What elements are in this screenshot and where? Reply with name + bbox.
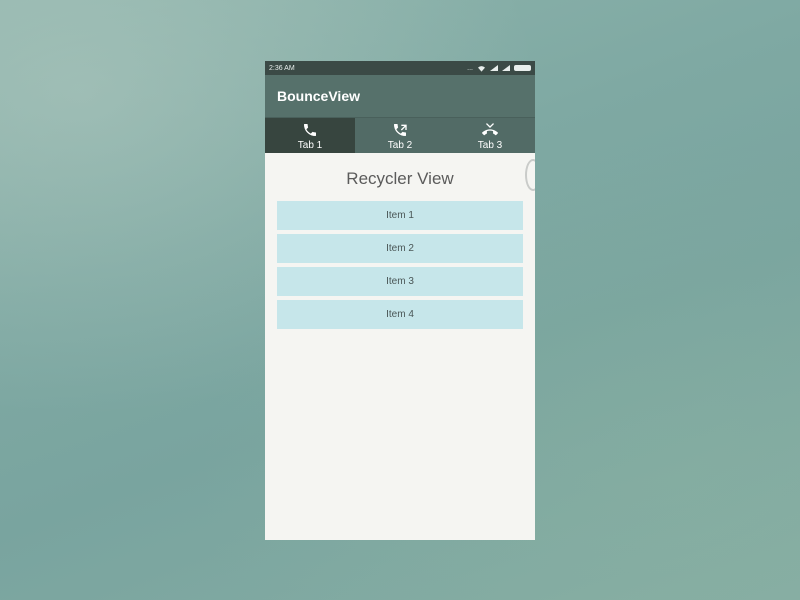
tab-1[interactable]: Tab 1 bbox=[265, 118, 355, 154]
tab-3-label: Tab 3 bbox=[477, 139, 503, 151]
bounce-overscroll-indicator bbox=[525, 159, 535, 191]
tab-2[interactable]: Tab 2 bbox=[355, 118, 445, 154]
tab-1-label: Tab 1 bbox=[297, 139, 323, 151]
list-item[interactable]: Item 3 bbox=[277, 267, 523, 296]
tab-3[interactable]: Tab 3 bbox=[445, 118, 535, 154]
call-end-icon bbox=[482, 122, 498, 135]
list-item[interactable]: Item 2 bbox=[277, 234, 523, 263]
signal-icon-2 bbox=[502, 65, 510, 71]
status-time: 2:36 AM bbox=[269, 64, 295, 72]
phone-icon bbox=[304, 123, 316, 136]
more-dots-icon: ... bbox=[467, 64, 473, 72]
status-icons: ... bbox=[467, 65, 531, 72]
tab-bar: Tab 1 Tab 2 Tab 3 bbox=[265, 117, 535, 154]
phone-screen: 2:36 AM ... BounceView Tab 1 Tab 2 Tab 3… bbox=[265, 61, 535, 540]
status-bar: 2:36 AM ... bbox=[265, 61, 535, 75]
list-item[interactable]: Item 4 bbox=[277, 300, 523, 329]
battery-icon bbox=[514, 65, 531, 71]
signal-icon bbox=[490, 65, 498, 71]
call-forward-icon bbox=[394, 123, 407, 136]
list-item[interactable]: Item 1 bbox=[277, 201, 523, 230]
tab-2-label: Tab 2 bbox=[387, 139, 413, 151]
app-bar: BounceView bbox=[265, 75, 535, 117]
recycler-view-title: Recycler View bbox=[346, 169, 454, 188]
recycler-view[interactable]: Recycler View Item 1 Item 2 Item 3 Item … bbox=[265, 153, 535, 540]
item-list: Item 1 Item 2 Item 3 Item 4 bbox=[277, 201, 523, 333]
app-title: BounceView bbox=[277, 88, 360, 104]
wifi-icon bbox=[478, 65, 485, 72]
